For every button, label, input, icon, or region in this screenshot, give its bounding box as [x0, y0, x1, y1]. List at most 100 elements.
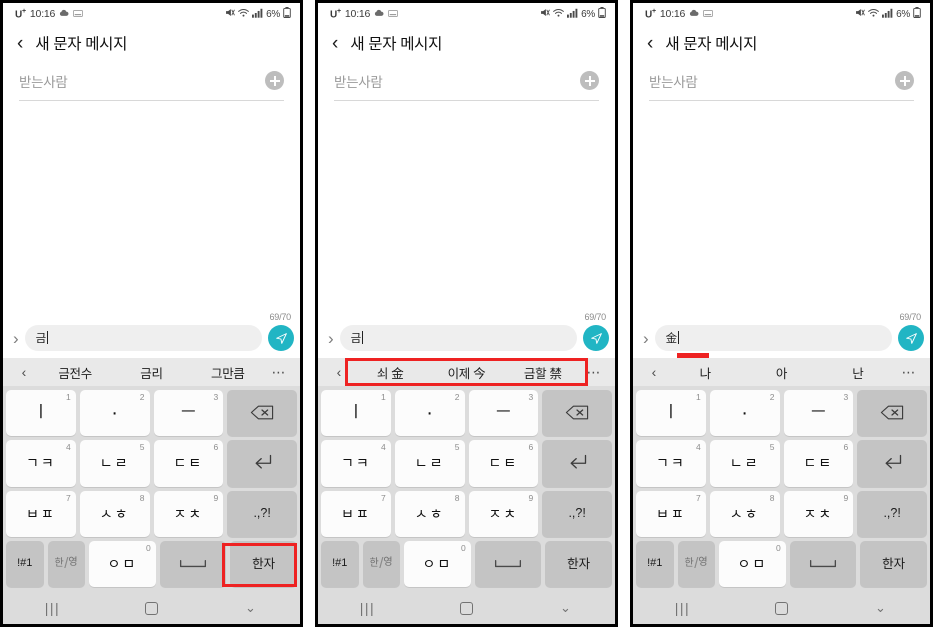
keyboard-key[interactable]: !#1: [636, 540, 674, 587]
message-body-area[interactable]: [633, 101, 930, 310]
suggestion-prev-icon[interactable]: ‹: [641, 364, 667, 380]
plus-icon[interactable]: [265, 71, 284, 90]
key-hanja[interactable]: 한자: [230, 540, 297, 587]
keyboard-key[interactable]: 8 ㅅㅎ: [79, 490, 150, 537]
korean-10key-keyboard[interactable]: 1 ㅣ 2 · 3 ㅡ 4 ㄱㅋ 5 ㄴㄹ 6 ㄷㅌ 7 ㅂㅍ 8 ㅅㅎ 9 ㅈㅊ.,?! !#1 한 / 영 0 ㅇㅁ 한자: [633, 386, 930, 592]
message-body-area[interactable]: [3, 101, 300, 310]
plus-icon[interactable]: [895, 71, 914, 90]
keyboard-key[interactable]: 2 ·: [79, 390, 150, 437]
keyboard-key[interactable]: [542, 440, 612, 487]
keyboard-key[interactable]: [857, 390, 927, 437]
keyboard-key[interactable]: [227, 390, 297, 437]
keyboard-key[interactable]: 4 ㄱㅋ: [6, 440, 76, 487]
suggestion-item[interactable]: 금전수: [37, 363, 113, 382]
keyboard-key[interactable]: [227, 440, 297, 487]
keyboard-key[interactable]: 6 ㄷㅌ: [153, 440, 224, 487]
nav-hide-keyboard-icon[interactable]: ⌄: [201, 600, 300, 616]
keyboard-key[interactable]: 7 ㅂㅍ: [636, 490, 706, 537]
message-input[interactable]: 금: [24, 325, 262, 351]
keyboard-key[interactable]: [542, 390, 612, 437]
keyboard-key[interactable]: 9 ㅈㅊ: [468, 490, 539, 537]
nav-home-icon[interactable]: [732, 601, 831, 615]
keyboard-key[interactable]: [474, 540, 542, 587]
key-hanja[interactable]: 한자: [545, 540, 612, 587]
suggestion-prev-icon[interactable]: ‹: [11, 364, 37, 380]
back-icon[interactable]: ‹: [647, 34, 653, 53]
suggestion-more-icon[interactable]: ⋯: [896, 364, 922, 381]
expand-icon[interactable]: ›: [13, 330, 19, 347]
message-body-area[interactable]: [318, 101, 615, 310]
key-hanja[interactable]: 한자: [860, 540, 927, 587]
nav-recent-apps-icon[interactable]: |||: [318, 600, 417, 616]
back-icon[interactable]: ‹: [17, 34, 23, 53]
keyboard-key[interactable]: 7 ㅂㅍ: [321, 490, 391, 537]
send-button[interactable]: [898, 325, 924, 351]
keyboard-key[interactable]: 1ㅣ: [321, 390, 391, 437]
keyboard-key[interactable]: 한 / 영: [677, 540, 716, 587]
keyboard-key[interactable]: [857, 440, 927, 487]
keyboard-key[interactable]: 1ㅣ: [636, 390, 706, 437]
keyboard-key[interactable]: 8 ㅅㅎ: [394, 490, 465, 537]
nav-hide-keyboard-icon[interactable]: ⌄: [516, 600, 615, 616]
recipient-field[interactable]: 받는사람: [334, 61, 599, 101]
keyboard-key[interactable]: [789, 540, 857, 587]
keyboard-key[interactable]: 9 ㅈㅊ: [153, 490, 224, 537]
keyboard-key[interactable]: 0 ㅇㅁ: [89, 540, 156, 587]
keyboard-key[interactable]: 3ㅡ: [783, 390, 854, 437]
expand-icon[interactable]: ›: [643, 330, 649, 347]
keyboard-key[interactable]: 9 ㅈㅊ: [783, 490, 854, 537]
keyboard-key[interactable]: 1ㅣ: [6, 390, 76, 437]
recipient-field[interactable]: 받는사람: [649, 61, 914, 101]
keyboard-key[interactable]: 0 ㅇㅁ: [404, 540, 471, 587]
send-button[interactable]: [583, 325, 609, 351]
nav-recent-apps-icon[interactable]: |||: [3, 600, 102, 616]
suggestion-more-icon[interactable]: ⋯: [266, 364, 292, 381]
suggestion-item[interactable]: 아: [743, 363, 819, 382]
keyboard-key[interactable]: 한 / 영: [362, 540, 401, 587]
keyboard-key[interactable]: 6 ㄷㅌ: [468, 440, 539, 487]
keyboard-key[interactable]: 5 ㄴㄹ: [394, 440, 465, 487]
keyboard-key[interactable]: 3ㅡ: [468, 390, 539, 437]
expand-icon[interactable]: ›: [328, 330, 334, 347]
korean-10key-keyboard[interactable]: 1 ㅣ 2 · 3 ㅡ 4 ㄱㅋ 5 ㄴㄹ 6 ㄷㅌ 7 ㅂㅍ 8 ㅅㅎ 9 ㅈㅊ.,?! !#1 한 / 영 0 ㅇㅁ 한자: [318, 386, 615, 592]
keyboard-key[interactable]: 0 ㅇㅁ: [719, 540, 786, 587]
keyboard-key[interactable]: !#1: [321, 540, 359, 587]
keyboard-key[interactable]: 3ㅡ: [153, 390, 224, 437]
keyboard-key[interactable]: .,?!: [857, 490, 927, 537]
suggestion-item[interactable]: 금리: [113, 363, 189, 382]
message-input[interactable]: 金: [654, 325, 892, 358]
suggestion-prev-icon[interactable]: ‹: [326, 364, 352, 380]
suggestion-item[interactable]: 금할 禁: [505, 363, 581, 382]
keyboard-key[interactable]: 5 ㄴㄹ: [79, 440, 150, 487]
suggestion-item[interactable]: 나: [667, 363, 743, 382]
send-button[interactable]: [268, 325, 294, 351]
keyboard-key[interactable]: 4 ㄱㅋ: [636, 440, 706, 487]
keyboard-key[interactable]: .,?!: [227, 490, 297, 537]
suggestion-item[interactable]: 이제 今: [428, 363, 504, 382]
keyboard-key[interactable]: !#1: [6, 540, 44, 587]
keyboard-key[interactable]: [159, 540, 227, 587]
keyboard-key[interactable]: 7 ㅂㅍ: [6, 490, 76, 537]
keyboard-key[interactable]: 6 ㄷㅌ: [783, 440, 854, 487]
suggestion-item[interactable]: 쇠 金: [352, 363, 428, 382]
nav-recent-apps-icon[interactable]: |||: [633, 600, 732, 616]
keyboard-key[interactable]: 4 ㄱㅋ: [321, 440, 391, 487]
nav-home-icon[interactable]: [417, 601, 516, 615]
keyboard-key[interactable]: 한 / 영: [47, 540, 86, 587]
plus-icon[interactable]: [580, 71, 599, 90]
keyboard-key[interactable]: 8 ㅅㅎ: [709, 490, 780, 537]
keyboard-key[interactable]: 2 ·: [709, 390, 780, 437]
keyboard-key[interactable]: .,?!: [542, 490, 612, 537]
nav-home-icon[interactable]: [102, 601, 201, 615]
back-icon[interactable]: ‹: [332, 34, 338, 53]
carrier-label: U+: [15, 7, 26, 21]
keyboard-key[interactable]: 2 ·: [394, 390, 465, 437]
korean-10key-keyboard[interactable]: 1 ㅣ 2 · 3 ㅡ 4 ㄱㅋ 5 ㄴㄹ 6 ㄷㅌ 7 ㅂㅍ 8 ㅅㅎ 9 ㅈㅊ.,?! !#1 한 / 영 0 ㅇㅁ 한자: [3, 386, 300, 592]
recipient-field[interactable]: 받는사람: [19, 61, 284, 101]
keyboard-key[interactable]: 5 ㄴㄹ: [709, 440, 780, 487]
suggestion-item[interactable]: 그만큼: [190, 363, 266, 382]
nav-hide-keyboard-icon[interactable]: ⌄: [831, 600, 930, 616]
suggestion-more-icon[interactable]: ⋯: [581, 364, 607, 381]
suggestion-item[interactable]: 난: [820, 363, 896, 382]
message-input[interactable]: 금: [339, 325, 577, 351]
